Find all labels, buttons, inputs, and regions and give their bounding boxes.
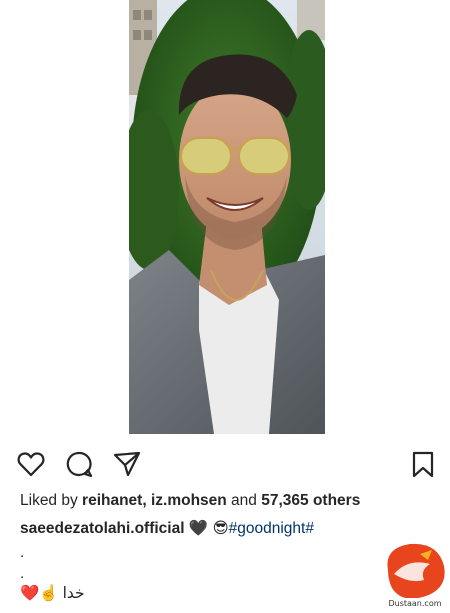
selfie-image	[129, 0, 325, 434]
caption-hashtag[interactable]: #goodnight#	[229, 520, 314, 537]
caption: saeedezatolahi.official 🖤 😎#goodnight#	[20, 519, 314, 538]
likes-line: Liked by reihanet, iz.mohsen and 57,365 …	[20, 492, 360, 510]
caption-emojis: 🖤 😎	[188, 520, 229, 537]
bookmark-icon[interactable]	[408, 449, 438, 479]
caption-dot-2: .	[20, 565, 25, 582]
heart-icon[interactable]	[16, 449, 46, 479]
post-photo[interactable]	[129, 0, 325, 434]
caption-dot-1: .	[20, 544, 25, 561]
likes-prefix: Liked by	[20, 492, 83, 509]
caption-last-line: ❤️☝️ خدا	[20, 584, 85, 603]
share-icon[interactable]	[112, 449, 142, 479]
likes-count[interactable]: 57,365 others	[261, 492, 360, 509]
likes-users[interactable]: reihanet, iz.mohsen	[82, 492, 227, 509]
action-bar	[0, 449, 450, 479]
comment-icon[interactable]	[64, 449, 94, 479]
caption-username[interactable]: saeedezatolahi.official	[20, 520, 185, 537]
comment-text: خدا	[62, 585, 85, 602]
watermark-logo: Dustaan.com	[380, 540, 450, 608]
watermark-site: Dustaan.com	[388, 599, 441, 608]
likes-middle: and	[226, 492, 262, 509]
comment-emojis: ❤️☝️	[20, 585, 59, 602]
